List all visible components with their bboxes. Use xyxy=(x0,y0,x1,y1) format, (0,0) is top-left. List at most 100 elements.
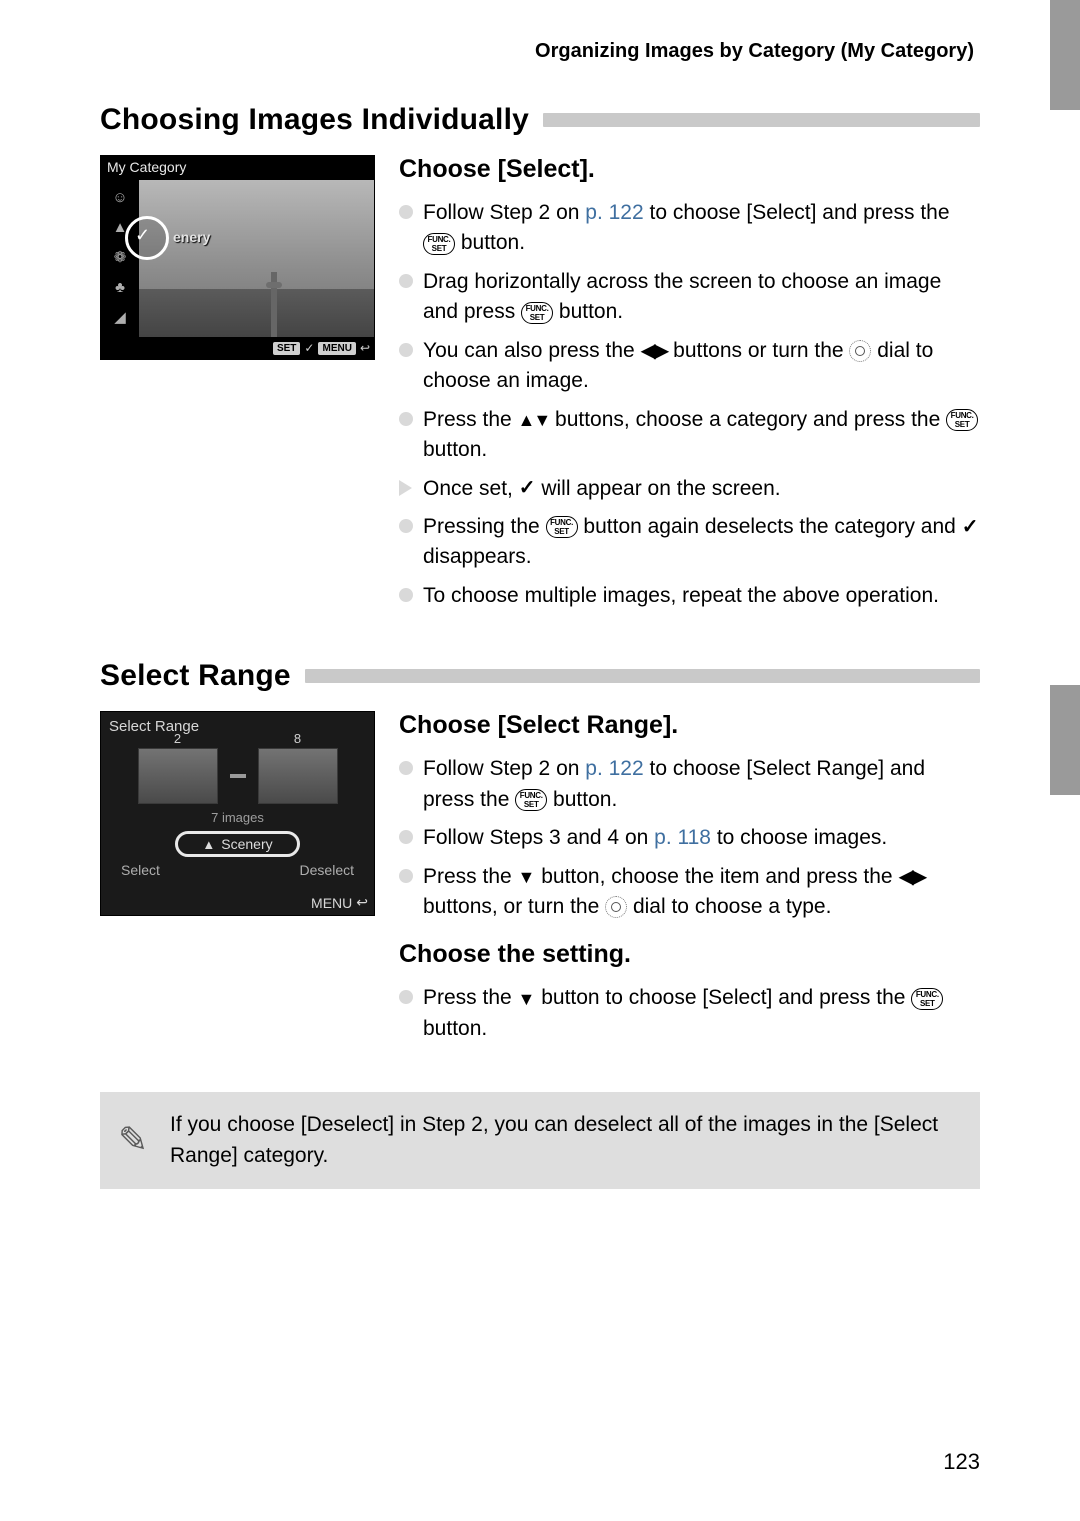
shot1-check-icon: ✓ xyxy=(135,225,150,246)
text: button, choose the item and press the xyxy=(535,865,898,888)
shot2-image-count: 7 images xyxy=(101,810,374,825)
list-item: Pressing the button again deselects the … xyxy=(399,512,980,573)
manual-page: Organizing Images by Category (My Catego… xyxy=(0,0,1080,1521)
shot2-range-dash xyxy=(230,774,246,778)
shot2-thumb-end: 8 xyxy=(258,748,338,804)
pencil-icon: ✎ xyxy=(118,1114,148,1166)
shot2-left-num: 2 xyxy=(174,731,181,746)
list-item: Press the ▼ button, choose the item and … xyxy=(399,862,980,923)
shot1-category-icons: ☺ ▲ ❁ ♣ ◢ xyxy=(101,180,139,359)
section2-instructions: 1 Choose [Select Range]. Follow Step 2 o… xyxy=(399,711,980,1062)
section2-step2-list: Press the ▼ button to choose [Select] an… xyxy=(399,983,980,1044)
func-set-button-icon xyxy=(946,409,978,431)
section1-title-bar xyxy=(543,113,980,127)
event-icon: ❁ xyxy=(110,248,130,268)
shot1-set-chip: SET xyxy=(273,342,300,355)
list-item: Drag horizontally across the screen to c… xyxy=(399,267,980,328)
shot1-topbar: My Category xyxy=(101,156,374,180)
list-item: Follow Steps 3 and 4 on p. 118 to choose… xyxy=(399,823,980,853)
camera-screenshot-mycategory: My Category ☺ ▲ ❁ ♣ ◢ ✓ enery SET ✓ MENU xyxy=(100,155,375,360)
section2-title-bar xyxy=(305,669,980,683)
section1-instructions: Choose [Select]. Follow Step 2 on p. 122… xyxy=(399,155,980,629)
list-item: You can also press the ◀▶ buttons or tur… xyxy=(399,336,980,397)
func-set-button-icon xyxy=(911,988,943,1010)
shot2-thumbs: 2 8 xyxy=(121,746,354,806)
page-number: 123 xyxy=(943,1449,980,1475)
shot1-tower xyxy=(271,272,277,337)
section2-body: Select Range 2 8 7 images ▲ Scenery Sele… xyxy=(100,711,980,1062)
list-item: Press the ▼ button to choose [Select] an… xyxy=(399,983,980,1044)
control-dial-icon xyxy=(849,340,871,362)
text: button. xyxy=(547,788,617,811)
text: You can also press the xyxy=(423,339,641,362)
shot2-thumb-start: 2 xyxy=(138,748,218,804)
text: will appear on the screen. xyxy=(535,477,780,500)
text: to choose images. xyxy=(711,826,887,849)
text: Follow Step 2 on xyxy=(423,201,585,224)
text: dial to choose a type. xyxy=(627,895,831,918)
shot2-category-row: ▲ Scenery xyxy=(115,830,360,858)
text: Press the xyxy=(423,865,518,888)
shot2-bottombar: MENU ↩ xyxy=(311,894,368,911)
section1-bullet-list: Follow Step 2 on p. 122 to choose [Selec… xyxy=(399,198,980,611)
text: button. xyxy=(455,231,525,254)
camera-screenshot-selectrange: Select Range 2 8 7 images ▲ Scenery Sele… xyxy=(100,711,375,916)
section2-step2-title: 2 Choose the setting. xyxy=(399,940,980,969)
left-right-arrows-icon: ◀▶ xyxy=(641,341,668,361)
text: button. xyxy=(423,438,487,461)
page-ref-link[interactable]: p. 118 xyxy=(654,826,711,849)
func-set-button-icon xyxy=(546,516,578,538)
shot2-menu-chip: MENU xyxy=(311,895,352,911)
shot2-highlight-oval: ▲ Scenery xyxy=(175,831,299,857)
section2-screenshot: Select Range 2 8 7 images ▲ Scenery Sele… xyxy=(100,711,375,916)
section1-body: My Category ☺ ▲ ❁ ♣ ◢ ✓ enery SET ✓ MENU xyxy=(100,155,980,629)
shot1-scenery-label: enery xyxy=(173,229,210,245)
section2-step1-title: 1 Choose [Select Range]. xyxy=(399,711,980,740)
note-box: ✎ If you choose [Deselect] in Step 2, yo… xyxy=(100,1092,980,1189)
func-set-button-icon xyxy=(423,233,455,255)
list-item: Press the ▲▼ buttons, choose a category … xyxy=(399,405,980,466)
side-tab-top xyxy=(1050,0,1080,110)
text: button. xyxy=(423,1017,487,1040)
shot2-return-icon: ↩ xyxy=(356,894,368,911)
page-ref-link[interactable]: p. 122 xyxy=(585,201,643,224)
text: Follow Step 2 on xyxy=(423,757,585,780)
section1-screenshot: My Category ☺ ▲ ❁ ♣ ◢ ✓ enery SET ✓ MENU xyxy=(100,155,375,360)
func-set-button-icon xyxy=(521,302,553,324)
shot1-return-icon: ↩ xyxy=(360,341,370,355)
shot1-bottombar: SET ✓ MENU ↩ xyxy=(139,337,374,359)
text: button to choose [Select] and press the xyxy=(535,986,911,1009)
text: Drag horizontally across the screen to c… xyxy=(423,270,941,323)
page-header: Organizing Images by Category (My Catego… xyxy=(100,40,980,63)
shot1-check-small-icon: ✓ xyxy=(304,341,314,355)
step2-title-text: Choose the setting. xyxy=(399,940,631,968)
shot2-select-label: Select xyxy=(121,862,160,878)
text: buttons, or turn the xyxy=(423,895,605,918)
text: buttons or turn the xyxy=(667,339,849,362)
shot2-category-label: Scenery xyxy=(221,836,272,852)
text: disappears. xyxy=(423,545,532,568)
checkmark-icon: ✓ xyxy=(519,474,536,503)
list-item: Follow Step 2 on p. 122 to choose [Selec… xyxy=(399,754,980,815)
step1-title-text: Choose [Select Range]. xyxy=(399,711,678,739)
clubs-icon: ♣ xyxy=(110,278,130,298)
text: To choose multiple images, repeat the ab… xyxy=(423,584,939,607)
text: Once set, xyxy=(423,477,519,500)
text: button again deselects the category and xyxy=(578,515,962,538)
page-ref-link[interactable]: p. 122 xyxy=(585,757,643,780)
control-dial-icon xyxy=(605,896,627,918)
step-number-icon: 2 xyxy=(367,932,395,982)
note-text: If you choose [Deselect] in Step 2, you … xyxy=(170,1113,938,1166)
shot2-topbar: Select Range xyxy=(109,718,199,735)
side-tab-mid xyxy=(1050,685,1080,795)
text: button. xyxy=(553,300,623,323)
down-arrow-icon: ▼ xyxy=(518,864,536,890)
text: buttons, choose a category and press the xyxy=(549,408,946,431)
section2-title: Select Range xyxy=(100,659,291,693)
section1-step-title: Choose [Select]. xyxy=(399,155,980,184)
tag-icon: ◢ xyxy=(110,308,130,328)
text: Follow Steps 3 and 4 on xyxy=(423,826,654,849)
text: Press the xyxy=(423,986,518,1009)
person-icon: ☺ xyxy=(110,188,130,208)
mountain-icon: ▲ xyxy=(202,837,215,852)
